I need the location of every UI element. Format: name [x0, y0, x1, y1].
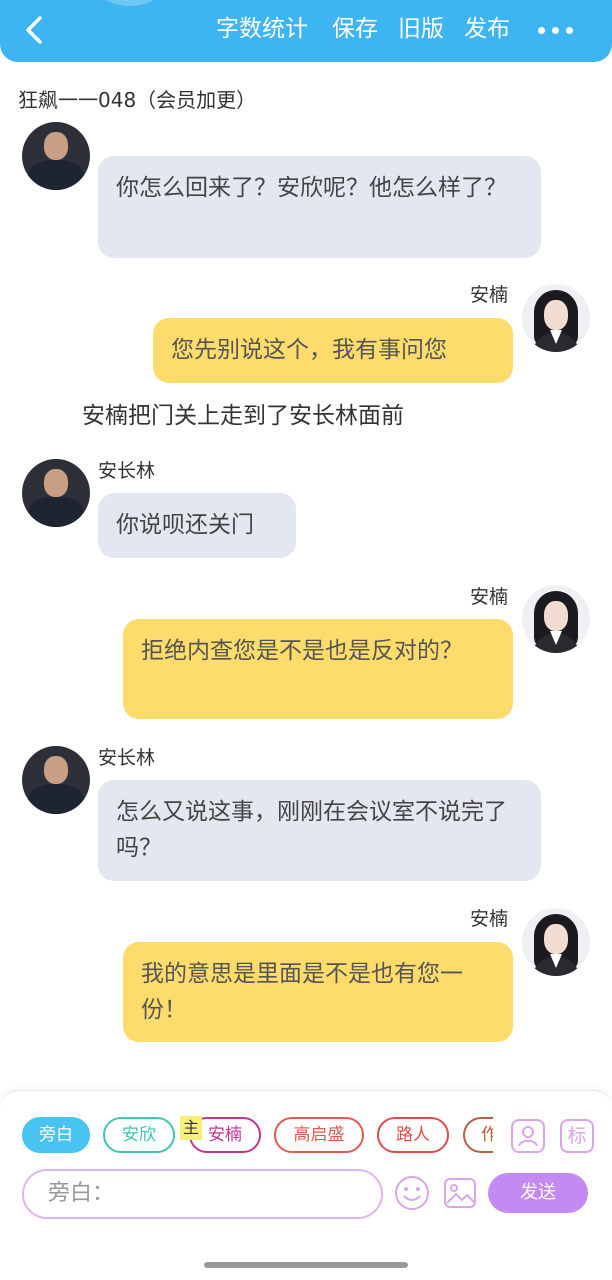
message-bubble[interactable]: 怎么又说这事，刚刚在会议室不说完了吗？	[98, 780, 541, 881]
message-bubble[interactable]: 您先别说这个，我有事问您	[153, 318, 513, 383]
speaker-name: 安楠	[470, 284, 509, 306]
send-button[interactable]: 发送	[488, 1173, 588, 1213]
message-input[interactable]: 旁白：	[22, 1169, 383, 1219]
speaker-name: 安长林	[98, 747, 156, 769]
old-version-button[interactable]: 旧版	[398, 14, 444, 44]
more-icon[interactable]	[536, 20, 576, 40]
avatar-an-nan[interactable]	[522, 908, 590, 976]
top-bar: 字数统计 保存 旧版 发布	[0, 0, 612, 62]
character-chip-an-xin[interactable]: 安欣	[103, 1117, 175, 1153]
character-chip-gao-qisheng[interactable]: 高启盛	[274, 1117, 364, 1153]
avatar-an-nan[interactable]	[522, 585, 590, 653]
character-chip-narrator[interactable]: 旁白	[22, 1117, 90, 1153]
person-card-icon[interactable]	[511, 1119, 545, 1153]
narration-text[interactable]: 安楠把门关上走到了安长林面前	[82, 398, 404, 434]
back-button[interactable]	[18, 12, 52, 48]
main-character-badge: 主	[180, 1116, 202, 1140]
speaker-name: 安楠	[470, 908, 509, 930]
speaker-name: 安长林	[98, 460, 156, 482]
character-chip-author[interactable]: 作	[463, 1117, 493, 1153]
mark-button[interactable]: 标	[560, 1119, 594, 1153]
speaker-name: 安楠	[470, 586, 509, 608]
character-chip-passerby[interactable]: 路人	[377, 1117, 449, 1153]
chevron-left-icon	[26, 16, 42, 44]
emoji-icon[interactable]	[394, 1175, 430, 1211]
publish-button[interactable]: 发布	[464, 14, 510, 44]
message-bubble[interactable]: 拒绝内查您是不是也是反对的？	[123, 619, 513, 719]
image-icon[interactable]	[442, 1175, 478, 1211]
save-button[interactable]: 保存	[332, 14, 378, 44]
word-count-button[interactable]: 字数统计	[216, 14, 308, 44]
message-bubble[interactable]: 我的意思是里面是不是也有您一份！	[123, 942, 513, 1042]
avatar-an-changlin[interactable]	[22, 459, 90, 527]
home-indicator	[204, 1262, 408, 1268]
avatar-an-nan[interactable]	[522, 284, 590, 352]
message-bubble[interactable]: 你说呗还关门	[98, 493, 296, 558]
avatar-an-changlin[interactable]	[22, 122, 90, 190]
message-bubble[interactable]: 你怎么回来了？安欣呢？他怎么样了？	[98, 156, 541, 258]
story-title: 狂飙一一048（会员加更）	[18, 88, 257, 112]
header-decoration	[95, 0, 165, 6]
avatar-an-changlin[interactable]	[22, 746, 90, 814]
